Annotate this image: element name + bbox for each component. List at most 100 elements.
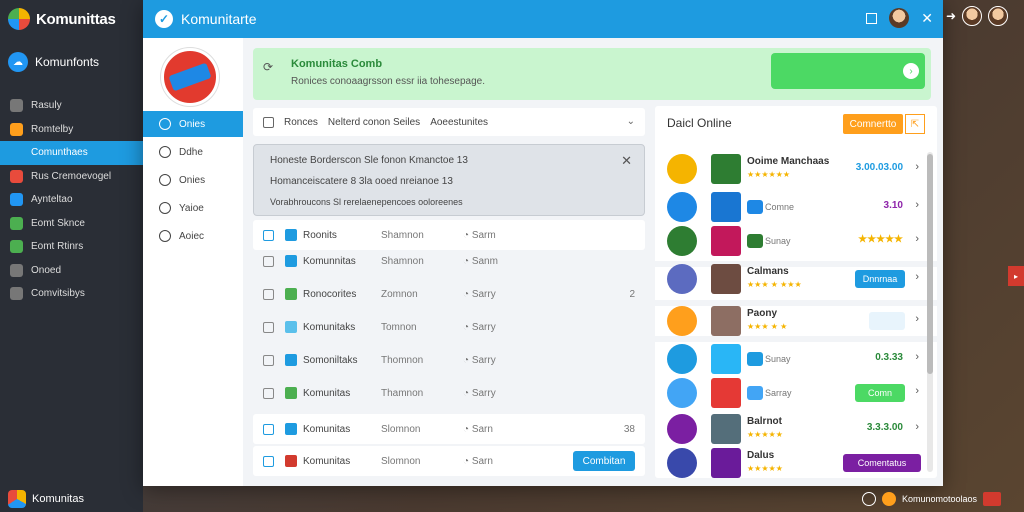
sidebar-item[interactable]: Rus Cremoevogel (0, 165, 143, 189)
row-checkbox[interactable] (263, 321, 274, 333)
table-row[interactable]: Ronocorites Zomnon Sarry 2 (253, 279, 645, 309)
sidebar-item[interactable]: Comvitsibys (0, 282, 143, 306)
inner-nav: Onies Ddhe Onies Yaioe Aoiec (143, 38, 243, 486)
close-button[interactable]: ✕ (921, 10, 933, 27)
rating-stars: ★★★★★ (747, 430, 783, 439)
scrollbar-thumb[interactable] (927, 154, 933, 374)
inner-nav-item[interactable]: Ddhe (143, 139, 243, 165)
notice-line: Homanceiscatere 8 3la ooed nreianoe 13 (270, 176, 453, 187)
account-name: Komunfonts (35, 55, 100, 69)
sidebar-item-label: Onoed (31, 264, 62, 276)
table-row[interactable]: Komunitaks Tomnon Sarry (253, 312, 645, 342)
desktop-avatar[interactable] (962, 6, 983, 26)
game-value: 3.10 (883, 200, 903, 211)
row-checkbox[interactable] (263, 288, 274, 300)
sidebar-item[interactable]: Eomt Sknce (0, 212, 143, 236)
user-icon (159, 230, 171, 242)
row-status: Sarry (463, 388, 496, 399)
row-name: Komunnitas (303, 255, 356, 267)
notice-box: Honeste Borderscon Sle fonon Kmanctoe 13… (253, 144, 645, 216)
row-checkbox[interactable] (263, 255, 274, 267)
game-item[interactable]: Sarray Comn › (665, 376, 921, 410)
row-action-button[interactable]: Combitan (573, 451, 635, 471)
row-checkbox[interactable] (263, 354, 274, 366)
close-icon[interactable]: ✕ (621, 153, 632, 169)
chevron-right-icon: › (915, 351, 919, 363)
row-owner: Thamnon (381, 387, 424, 399)
sidebar-item[interactable]: Eomt Rtinrs (0, 235, 143, 259)
row-checkbox[interactable] (263, 229, 274, 241)
row-checkbox[interactable] (263, 423, 274, 435)
table-row[interactable]: Komunitas Slomnon Sarn 38 (253, 414, 645, 444)
tray-icon[interactable] (983, 492, 1002, 506)
account-switcher[interactable]: ☁ Komunfonts (8, 52, 99, 72)
game-item[interactable]: Paony ★★★ ★ ★ › (665, 304, 921, 338)
filter-icon (263, 116, 274, 128)
tray-icon[interactable] (862, 492, 876, 506)
game-value: 0.3.33 (875, 352, 903, 363)
chevron-right-icon: › (915, 271, 919, 283)
game-item[interactable]: Dalus ★★★★★ Comentatus (665, 446, 921, 480)
game-item[interactable]: Sunay 0.3.33 › (665, 342, 921, 376)
row-name: Roonits (303, 229, 337, 241)
main-window: ✓ Komunitarte ✕ Onies Ddhe Onies Yaioe Aoiec… (143, 0, 943, 486)
sidebar-item[interactable]: Aynteltao (0, 188, 143, 212)
sidebar-item[interactable]: Rasuly (0, 94, 143, 118)
game-action-button[interactable]: Comn (855, 384, 905, 402)
maximize-button[interactable] (866, 12, 878, 24)
cube-icon (8, 490, 26, 508)
row-name: Komunitas (303, 423, 351, 435)
user-icon (159, 146, 171, 158)
sidebar-item[interactable]: Comunthaes (0, 141, 143, 165)
side-tab[interactable]: ▸ (1008, 266, 1024, 286)
expand-icon[interactable]: ⇱ (905, 114, 925, 134)
table-row[interactable]: Somoniltaks Thomnon Sarry (253, 345, 645, 375)
connect-button[interactable]: Comnertto (843, 114, 903, 134)
desktop-avatar[interactable] (988, 6, 1009, 26)
inner-nav-item[interactable]: Onies (143, 167, 243, 193)
row-status: Sarry (463, 322, 496, 333)
nav-icon (10, 122, 23, 136)
banner-action-button[interactable]: › (771, 53, 925, 89)
row-name: Komunitaks (303, 321, 356, 333)
row-status: Sarm (463, 230, 496, 241)
game-item[interactable]: Ooime Manchaas ★★★★★★ 3.00.03.00 › (665, 152, 921, 186)
app-logo-icon (8, 8, 30, 30)
scrollbar[interactable] (927, 152, 933, 472)
game-tag-icon (747, 200, 763, 214)
chevron-right-icon: › (915, 421, 919, 433)
game-item[interactable]: Calmans ★★★ ★ ★★★ Dnnrnaa › (665, 262, 921, 296)
inner-nav-item[interactable]: Aoiec (143, 223, 243, 249)
game-thumbnail (711, 226, 741, 256)
chevron-right-icon: › (915, 313, 919, 325)
sidebar-item[interactable]: Onoed (0, 259, 143, 283)
row-checkbox[interactable] (263, 455, 274, 467)
filter-dropdown[interactable]: Ronces Nelterd conon Seiles Aoeestunites… (253, 108, 645, 136)
table-row[interactable]: Komunitas Thamnon Sarry (253, 378, 645, 408)
arrow-right-icon[interactable]: ➜ (946, 9, 956, 23)
sidebar-item[interactable]: Romtelby (0, 118, 143, 142)
refresh-icon[interactable]: ⟳ (263, 60, 277, 74)
game-action-button[interactable] (869, 312, 905, 330)
game-avatar (667, 344, 697, 374)
game-action-button[interactable]: Dnnrnaa (855, 270, 905, 288)
sidebar-item-label: Romtelby (31, 123, 74, 135)
game-value: ★★★★★ (858, 234, 903, 245)
game-item[interactable]: Comne 3.10 › (665, 190, 921, 224)
inner-nav-label: Aoiec (179, 230, 205, 242)
arrow-right-icon: › (903, 63, 919, 79)
game-item[interactable]: Balrnot ★★★★★ 3.3.3.00 › (665, 412, 921, 446)
row-checkbox[interactable] (263, 387, 274, 399)
sidebar-footer[interactable]: Komunitas (8, 490, 84, 508)
inner-nav-item[interactable]: Yaioe (143, 195, 243, 221)
game-action-button[interactable]: Comentatus (843, 454, 921, 472)
table-row[interactable]: Komunitas Slomnon Sarn Combitan (253, 446, 645, 476)
table-row[interactable]: Komunnitas Shamnon Sanm (253, 246, 645, 276)
game-thumbnail (711, 306, 741, 336)
game-item[interactable]: Sunay ★★★★★ › (665, 224, 921, 258)
user-avatar[interactable] (889, 8, 910, 28)
community-badge-logo (161, 48, 219, 106)
inner-nav-item[interactable]: Onies (143, 111, 243, 137)
brand[interactable]: Komunittas (8, 6, 116, 32)
tray-icon[interactable] (882, 492, 896, 506)
